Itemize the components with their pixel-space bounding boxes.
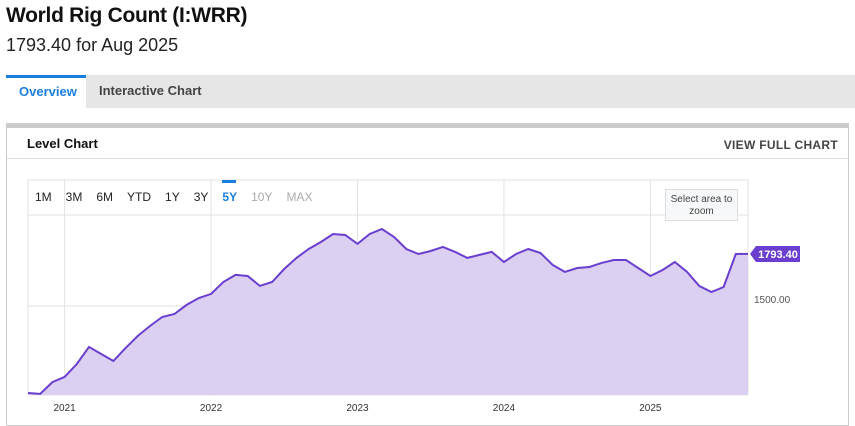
range-selector: 1M 3M 6M YTD 1Y 3Y 5Y 10Y MAX [28,180,319,215]
range-button-6m[interactable]: 6M [89,180,120,215]
range-button-ytd[interactable]: YTD [120,180,158,215]
area-fill [28,229,748,395]
x-tick-label: 2021 [53,403,76,414]
x-tick-label: 2025 [639,403,662,414]
range-button-max[interactable]: MAX [279,180,319,215]
last-value-label: 1793.40 [758,249,798,261]
x-tick-label: 2023 [346,403,369,414]
range-button-1m[interactable]: 1M [28,180,59,215]
range-button-3y[interactable]: 3Y [187,180,216,215]
range-button-1y[interactable]: 1Y [158,180,187,215]
x-tick-label: 2024 [493,403,516,414]
range-button-3m[interactable]: 3M [59,180,90,215]
range-button-10y[interactable]: 10Y [244,180,279,215]
zoom-hint: Select area to zoom [665,189,738,221]
x-tick-label: 2022 [200,403,223,414]
y-tick-label: 1500.00 [754,295,791,306]
range-button-5y[interactable]: 5Y [215,180,244,215]
